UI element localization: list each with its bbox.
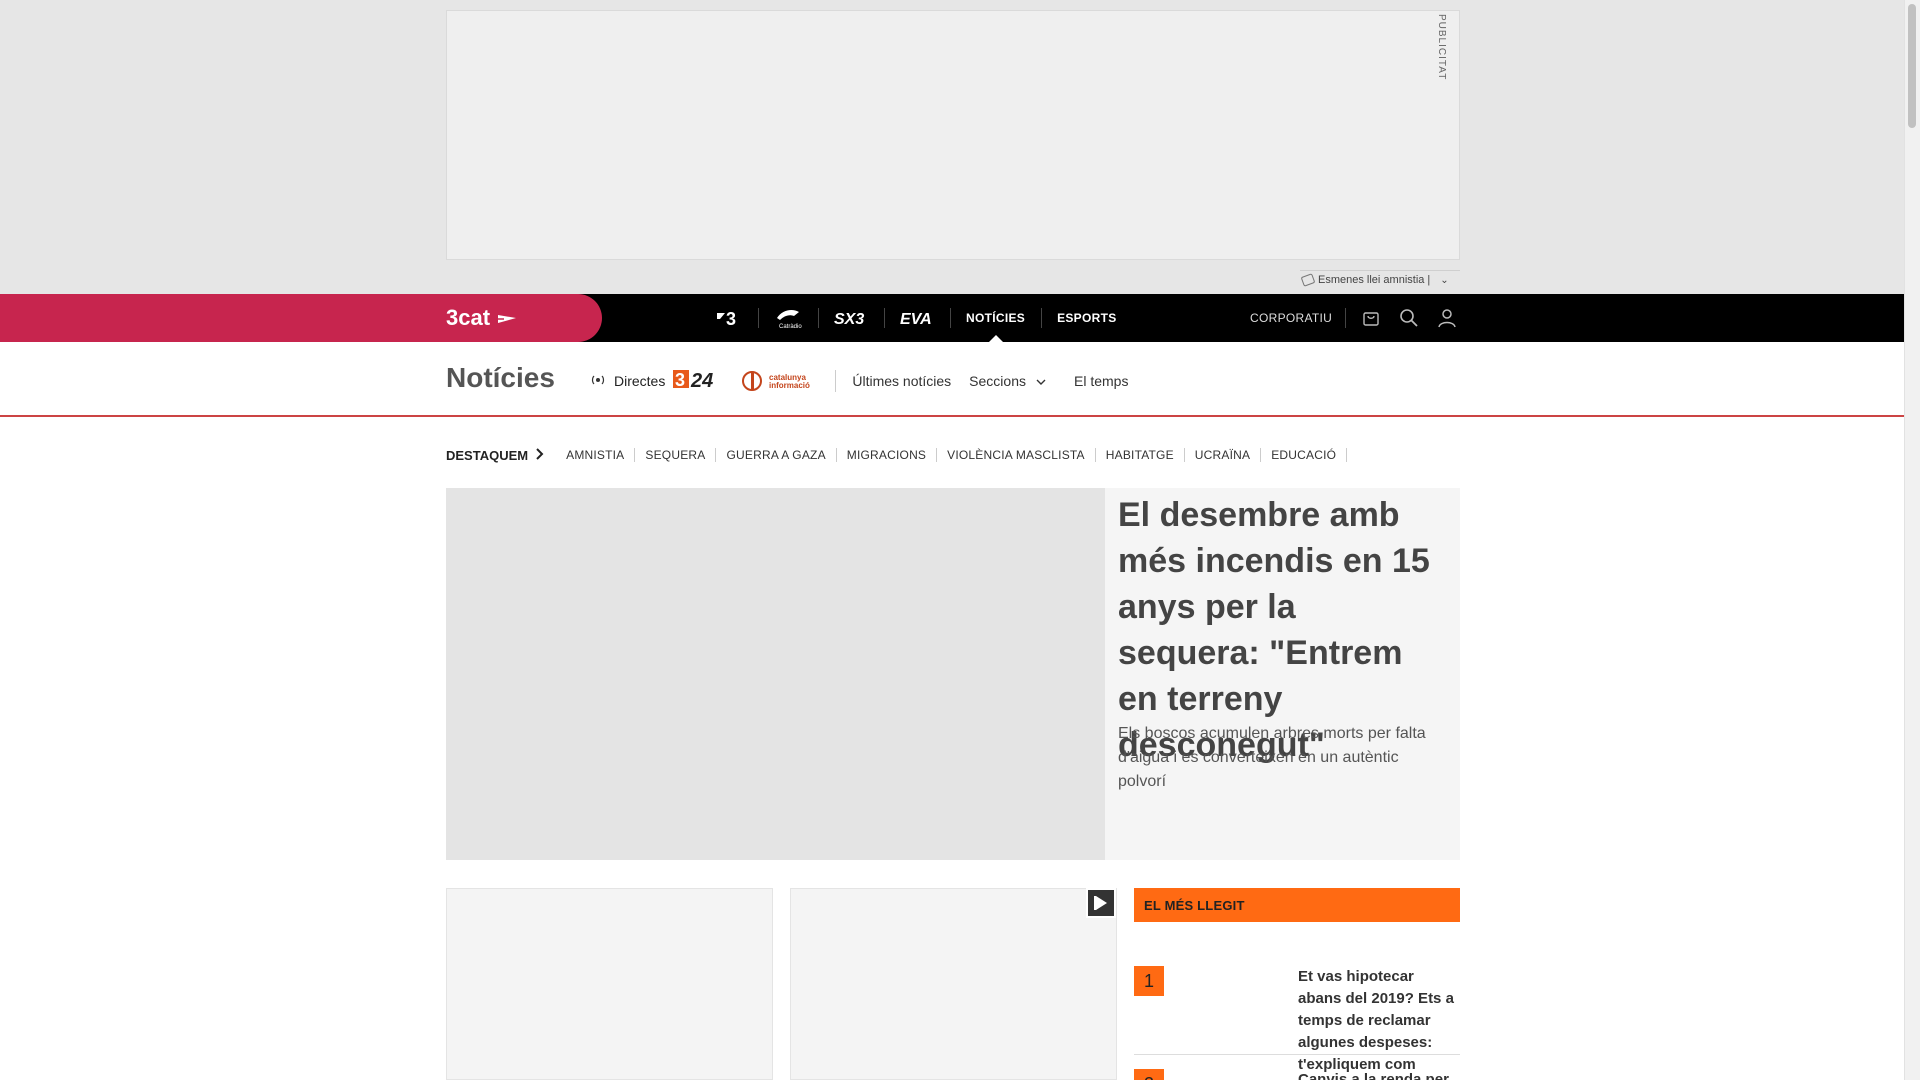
topic-divider xyxy=(1300,270,1460,271)
scrollbar-track[interactable] xyxy=(1904,0,1920,1080)
highlights-row: DESTAQUEM AMNISTIA SEQUERA GUERRA A GAZA… xyxy=(446,446,1348,464)
svg-text:3: 3 xyxy=(726,309,736,327)
svg-text:3cat: 3cat xyxy=(446,307,491,329)
search-icon[interactable] xyxy=(1398,307,1420,329)
svg-text:Catràdio: Catràdio xyxy=(779,324,802,330)
latest-news-link[interactable]: Últimes notícies xyxy=(852,373,951,389)
channel-3-link[interactable]: 3 xyxy=(700,294,758,342)
svg-text:24: 24 xyxy=(690,370,713,390)
channel-eva-link[interactable]: EVA xyxy=(884,294,950,342)
highlights-label: DESTAQUEM xyxy=(446,447,529,463)
catradio-logo-icon: Catràdio xyxy=(777,310,802,330)
topic-dropdown[interactable]: Esmenes llei amnistia | ⌄ xyxy=(1300,273,1449,287)
article-card[interactable] xyxy=(446,888,773,1080)
tv3-logo-icon: 3 xyxy=(717,309,736,327)
most-read-item[interactable]: 1 Et vas hipotecar abans del 2019? Ets a… xyxy=(1134,922,1460,1073)
channel-catradio-link[interactable]: Catràdio xyxy=(758,294,818,342)
chevron-right-icon xyxy=(536,447,544,463)
svg-text:3: 3 xyxy=(675,370,685,390)
most-read-title[interactable]: Canvis a la renda per xyxy=(1298,1069,1454,1080)
most-read-heading: EL MÉS LLEGIT xyxy=(1134,888,1460,922)
hero-image[interactable] xyxy=(446,488,1105,860)
tag-icon xyxy=(1300,273,1316,287)
hero-lead: Els boscos acumulen arbres morts per fal… xyxy=(1118,725,1426,790)
corporate-link[interactable]: CORPORATIU xyxy=(1250,294,1332,342)
section-header: Notícies Directes 3 24 catalunya informa… xyxy=(0,342,1904,417)
scrollbar-thumb[interactable] xyxy=(1908,4,1916,128)
most-read-panel: EL MÉS LLEGIT 1 Et vas hipotecar abans d… xyxy=(1134,888,1460,1080)
svg-text:EVA: EVA xyxy=(900,311,932,327)
play-icon xyxy=(1094,896,1107,910)
channel-esports-label: ESPORTS xyxy=(1057,311,1117,325)
topic-label: Esmenes llei amnistia | xyxy=(1318,274,1431,286)
sections-dropdown[interactable]: Seccions xyxy=(969,373,1046,389)
play-video-button[interactable] xyxy=(1086,888,1116,918)
highlight-tag[interactable]: SEQUERA xyxy=(635,448,717,462)
highlights-link[interactable]: DESTAQUEM xyxy=(446,448,544,463)
channel-list: 3 Catràdio SX3 EVA NOTÍCIES ESPORTS xyxy=(700,294,1133,342)
user-icon[interactable] xyxy=(1436,307,1458,329)
sections-label: Seccions xyxy=(969,373,1026,389)
highlight-tag[interactable]: EDUCACIÓ xyxy=(1261,448,1348,462)
catalunya-informacio-logo[interactable]: catalunya informació xyxy=(741,370,815,392)
section-title[interactable]: Notícies xyxy=(446,362,555,394)
most-read-item[interactable]: 2 Canvis a la renda per xyxy=(1134,1055,1460,1080)
eva-logo-icon: EVA xyxy=(900,311,932,327)
highlight-tags: AMNISTIA SEQUERA GUERRA A GAZA MIGRACION… xyxy=(556,448,1348,462)
channel-sx3-link[interactable]: SX3 xyxy=(818,294,884,342)
shopping-bag-icon[interactable] xyxy=(1360,307,1382,329)
highlight-tag[interactable]: GUERRA A GAZA xyxy=(716,448,837,462)
svg-text:informació: informació xyxy=(769,381,810,390)
highlight-tag[interactable]: MIGRACIONS xyxy=(837,448,938,462)
main-nav: 3cat 3 Catràdio SX3 EVA NOTÍCIES ESPORTS… xyxy=(0,294,1904,342)
3cat-logo[interactable]: 3cat xyxy=(446,304,518,332)
page: PUBLICITAT Esmenes llei amnistia | ⌄ 3ca… xyxy=(0,0,1920,1080)
nav-divider xyxy=(1345,308,1346,328)
hero-article[interactable]: El desembre amb més incendis en 15 anys … xyxy=(446,488,1460,860)
channel-noticies-label: NOTÍCIES xyxy=(966,311,1026,325)
section-nav-divider xyxy=(835,370,837,392)
ad-label: PUBLICITAT xyxy=(1436,14,1447,81)
section-nav: Directes 3 24 catalunya informació Últim… xyxy=(590,366,1128,396)
weather-link[interactable]: El temps xyxy=(1074,373,1128,389)
highlight-tag[interactable]: AMNISTIA xyxy=(556,448,636,462)
channel-esports-link[interactable]: ESPORTS xyxy=(1041,294,1132,342)
live-link[interactable]: Directes xyxy=(590,373,665,389)
live-broadcast-icon xyxy=(590,373,606,389)
chevron-down-icon: ⌄ xyxy=(1440,274,1449,286)
sx3-logo-icon: SX3 xyxy=(834,311,864,327)
highlight-tag[interactable]: HABITATGE xyxy=(1096,448,1185,462)
article-card[interactable] xyxy=(790,888,1117,1080)
324-logo[interactable]: 3 24 xyxy=(673,368,725,395)
svg-text:SX3: SX3 xyxy=(834,311,864,327)
highlight-tag[interactable]: VIOLÈNCIA MASCLISTA xyxy=(937,448,1096,462)
ad-banner[interactable] xyxy=(446,10,1460,260)
nav-icons xyxy=(1360,294,1458,342)
channel-noticies-link[interactable]: NOTÍCIES xyxy=(950,294,1041,342)
highlight-tag[interactable]: UCRAÏNA xyxy=(1185,448,1262,462)
ad-zone: PUBLICITAT Esmenes llei amnistia | ⌄ xyxy=(0,0,1904,294)
rank-badge: 2 xyxy=(1134,1069,1164,1080)
rank-badge: 1 xyxy=(1134,966,1164,996)
chevron-down-icon xyxy=(1036,373,1046,389)
live-label: Directes xyxy=(614,373,666,389)
